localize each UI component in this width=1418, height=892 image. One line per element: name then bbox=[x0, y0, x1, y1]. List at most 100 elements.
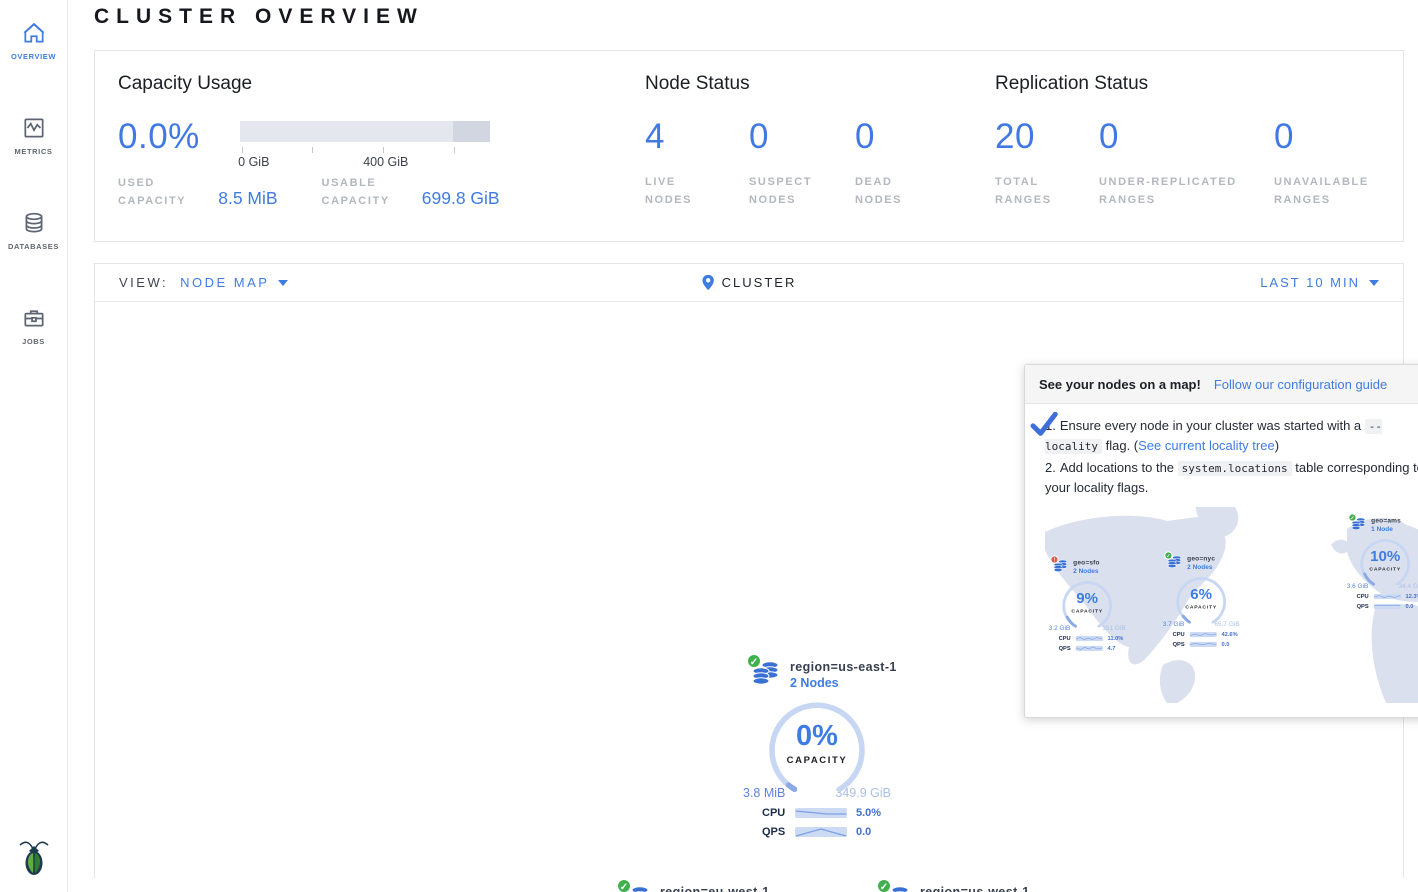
qps-row: QPS 0.0 bbox=[762, 826, 902, 838]
node-card-eu-west-1[interactable]: ✓ region=eu-west-1 1 Node bbox=[602, 885, 772, 892]
database-icon bbox=[21, 210, 47, 236]
main-content: CLUSTER OVERVIEW Capacity Usage 0.0% 0 G… bbox=[68, 0, 1418, 892]
example-map-preview: ! geo=sfo 2 Nod bbox=[1045, 507, 1418, 703]
preview-node-nyc: ✓ geo=nyc 2 Nod bbox=[1157, 555, 1245, 648]
capacity-gauge: 10% CAPACITY bbox=[1358, 537, 1412, 582]
qps-row: QPS 0.0 bbox=[1173, 641, 1246, 647]
map-config-tooltip: See your nodes on a map! Follow our conf… bbox=[1024, 364, 1418, 718]
sidebar-item-overview[interactable]: OVERVIEW bbox=[0, 14, 67, 67]
region-label: region=us-east-1 bbox=[790, 660, 897, 674]
capacity-gauge: 6% CAPACITY bbox=[1174, 575, 1228, 620]
capacity-gauge: 9% CAPACITY bbox=[1060, 579, 1114, 624]
capacity-gauge: 0% CAPACITY bbox=[765, 698, 869, 784]
chevron-down-icon bbox=[278, 280, 288, 286]
capacity-used-percent: 0.0% bbox=[118, 117, 200, 157]
view-label: VIEW: bbox=[119, 275, 168, 290]
step-done-check-icon bbox=[1030, 412, 1060, 438]
time-range-dropdown[interactable]: LAST 10 MIN bbox=[1260, 275, 1379, 290]
capacity-axis-tick: 400 GiB bbox=[363, 155, 408, 169]
capacity-axis-tick: 0 GiB bbox=[238, 155, 269, 169]
node-live-badge: ✓ bbox=[1164, 551, 1172, 559]
node-dead-badge: ! bbox=[1050, 555, 1058, 563]
preview-node-ams: ✓ geo=ams 1 Nod bbox=[1341, 517, 1418, 610]
region-label: geo=sfo bbox=[1073, 559, 1100, 566]
dead-nodes-stat: 0 DEADNODES bbox=[855, 117, 902, 209]
nodes-count: 2 Nodes bbox=[1187, 563, 1215, 570]
suspect-nodes-stat: 0 SUSPECTNODES bbox=[749, 117, 855, 209]
locality-tree-link[interactable]: See current locality tree bbox=[1138, 438, 1275, 453]
region-label: geo=nyc bbox=[1187, 555, 1215, 562]
view-mode-dropdown[interactable]: NODE MAP bbox=[180, 275, 288, 290]
cpu-sparkline bbox=[795, 808, 847, 818]
tooltip-step-2: 2.Add locations to the system.locations … bbox=[1045, 458, 1418, 497]
sidebar: OVERVIEW METRICS DATABASES bbox=[0, 0, 68, 892]
node-map-canvas: ✓ region=us-east-1 2 Nodes bbox=[95, 302, 1403, 878]
preview-node-sfo: ! geo=sfo 2 Nod bbox=[1045, 559, 1131, 652]
briefcase-icon bbox=[21, 305, 47, 331]
node-live-badge: ✓ bbox=[876, 878, 892, 892]
live-nodes-stat: 4 LIVENODES bbox=[645, 117, 749, 209]
sidebar-item-label: JOBS bbox=[22, 337, 45, 346]
replication-status-section: Replication Status 20 TOTALRANGES 0 UNDE… bbox=[995, 73, 1403, 241]
tooltip-step-1: 1.Ensure every node in your cluster was … bbox=[1045, 416, 1418, 455]
app-root: OVERVIEW METRICS DATABASES bbox=[0, 0, 1418, 892]
nodes-count: 2 Nodes bbox=[1073, 567, 1100, 574]
capacity-bar: 0 GiB 400 GiB bbox=[240, 121, 490, 157]
capacity-caption: CAPACITY bbox=[1358, 566, 1412, 572]
capacity-percent: 6% bbox=[1174, 586, 1228, 603]
tooltip-header: See your nodes on a map! Follow our conf… bbox=[1025, 365, 1418, 404]
usable-capacity-label: USABLECAPACITY bbox=[322, 174, 390, 210]
breadcrumb-cluster[interactable]: CLUSTER bbox=[702, 274, 797, 291]
total-ranges-stat: 20 TOTALRANGES bbox=[995, 117, 1099, 209]
cockroachdb-logo[interactable] bbox=[17, 837, 51, 882]
sidebar-item-databases[interactable]: DATABASES bbox=[0, 204, 67, 257]
sidebar-item-label: OVERVIEW bbox=[11, 52, 56, 61]
system-locations-code: system.locations bbox=[1178, 461, 1292, 476]
cluster-summary-panel: Capacity Usage 0.0% 0 GiB 400 GiB bbox=[94, 50, 1404, 242]
node-map-panel: VIEW: NODE MAP CLUSTER LAST 10 MIN bbox=[94, 263, 1404, 878]
sidebar-item-metrics[interactable]: METRICS bbox=[0, 109, 67, 162]
node-live-badge: ✓ bbox=[616, 878, 632, 892]
tooltip-body: 1.Ensure every node in your cluster was … bbox=[1025, 404, 1418, 717]
capacity-caption: CAPACITY bbox=[1174, 604, 1228, 610]
capacity-caption: CAPACITY bbox=[765, 755, 869, 766]
qps-sparkline bbox=[795, 827, 847, 837]
node-card-us-east-1[interactable]: ✓ region=us-east-1 2 Nodes bbox=[732, 660, 902, 838]
capacity-caption: CAPACITY bbox=[1060, 608, 1114, 614]
qps-row: QPS 4.7 bbox=[1059, 645, 1132, 651]
tooltip-title: See your nodes on a map! bbox=[1039, 377, 1201, 392]
configuration-guide-link[interactable]: Follow our configuration guide bbox=[1214, 377, 1387, 392]
capacity-percent: 10% bbox=[1358, 548, 1412, 565]
region-label: geo=ams bbox=[1371, 517, 1401, 524]
region-label: region=eu-west-1 bbox=[660, 885, 770, 892]
cpu-row: CPU 5.0% bbox=[762, 807, 902, 819]
nodes-count: 2 Nodes bbox=[790, 676, 897, 690]
metrics-chart-icon bbox=[21, 115, 47, 141]
home-icon bbox=[21, 20, 47, 46]
sidebar-item-label: METRICS bbox=[15, 147, 53, 156]
region-label: region=us-west-1 bbox=[920, 885, 1030, 892]
used-capacity-label: USEDCAPACITY bbox=[118, 174, 186, 210]
cpu-row: CPU 42.6% bbox=[1173, 631, 1246, 637]
cpu-row: CPU 12.3% bbox=[1357, 593, 1418, 599]
under-replicated-ranges-stat: 0 UNDER-REPLICATEDRANGES bbox=[1099, 117, 1274, 209]
node-status-section: Node Status 4 LIVENODES 0 SUSPECTNODES 0… bbox=[645, 73, 995, 241]
replication-status-title: Replication Status bbox=[995, 73, 1403, 95]
nodes-count: 1 Node bbox=[1371, 525, 1401, 532]
cpu-row: CPU 11.0% bbox=[1059, 635, 1132, 641]
chevron-down-icon bbox=[1369, 280, 1379, 286]
view-toolbar: VIEW: NODE MAP CLUSTER LAST 10 MIN bbox=[95, 264, 1403, 302]
qps-row: QPS 0.0 bbox=[1357, 603, 1418, 609]
capacity-usage-section: Capacity Usage 0.0% 0 GiB 400 GiB bbox=[118, 73, 645, 241]
node-live-badge: ✓ bbox=[746, 653, 762, 669]
sidebar-item-jobs[interactable]: JOBS bbox=[0, 299, 67, 352]
capacity-percent: 9% bbox=[1060, 590, 1114, 607]
usable-capacity-value: 699.8 GiB bbox=[422, 188, 500, 210]
sidebar-item-label: DATABASES bbox=[8, 242, 59, 251]
used-capacity-value: 8.5 MiB bbox=[218, 188, 277, 210]
node-card-us-west-1[interactable]: ✓ region=us-west-1 1 Node bbox=[862, 885, 1032, 892]
node-status-title: Node Status bbox=[645, 73, 995, 95]
map-pin-icon bbox=[702, 274, 715, 291]
capacity-percent: 0% bbox=[765, 720, 869, 753]
capacity-usage-title: Capacity Usage bbox=[118, 73, 645, 95]
